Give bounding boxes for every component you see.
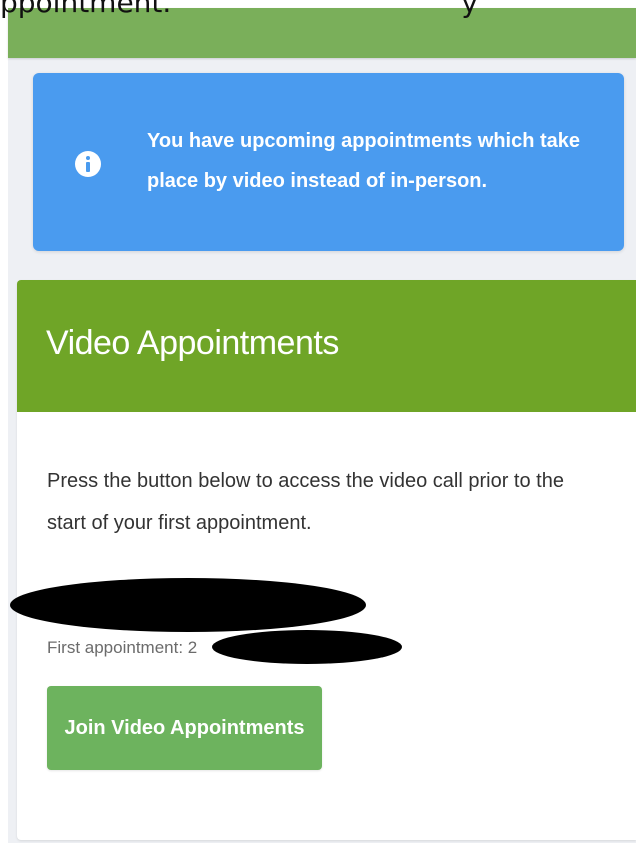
- card-header: Video Appointments: [17, 280, 636, 412]
- info-circle-icon: [75, 151, 101, 177]
- card-title: Video Appointments: [46, 324, 339, 362]
- page-background: You have upcoming appointments which tak…: [8, 8, 636, 843]
- first-appointment-label: First appointment: 2: [47, 638, 198, 657]
- video-appointments-card: Video Appointments Press the button belo…: [17, 280, 636, 840]
- redaction-mark: [212, 630, 402, 664]
- cut-off-heading-text: ppointment. y: [0, 0, 478, 19]
- info-alert: You have upcoming appointments which tak…: [33, 73, 624, 251]
- join-video-appointments-button[interactable]: Join Video Appointments: [47, 686, 322, 770]
- redaction-mark: [10, 578, 366, 632]
- info-alert-message: You have upcoming appointments which tak…: [147, 130, 581, 192]
- card-instructions: Press the button below to access the vid…: [47, 470, 564, 534]
